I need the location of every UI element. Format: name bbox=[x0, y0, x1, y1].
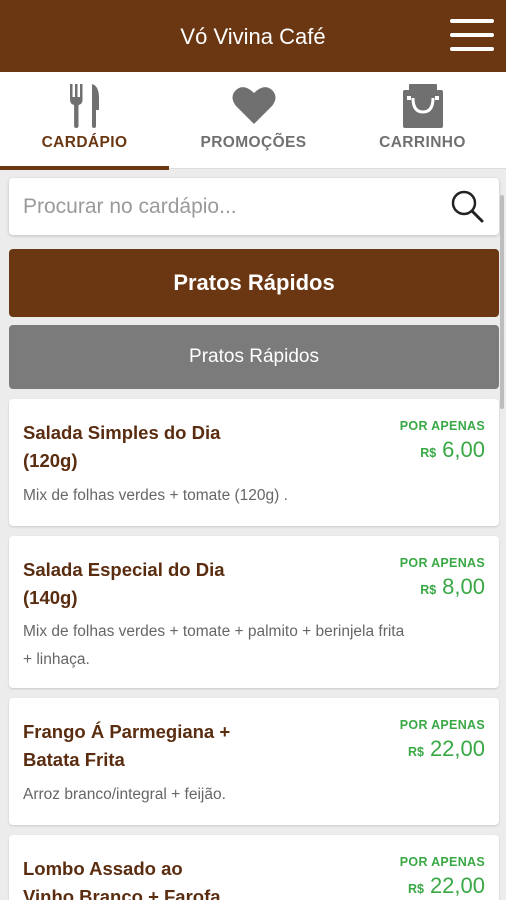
app-title: Vó Vivina Café bbox=[180, 24, 326, 49]
promo-label: POR APENAS bbox=[399, 855, 485, 869]
menu-item-card[interactable]: Salada Especial do Dia (140g) Mix de folh… bbox=[9, 536, 499, 688]
tab-promocoes[interactable]: PROMOÇÕES bbox=[169, 72, 338, 169]
scrollbar[interactable] bbox=[500, 195, 504, 409]
hamburger-icon[interactable] bbox=[450, 17, 494, 53]
menu-item-price: R$ 8,00 bbox=[420, 574, 485, 599]
tab-bar: CARDÁPIO PROMOÇÕES CARRINHO bbox=[0, 72, 506, 170]
menu-item-price: R$ 22,00 bbox=[407, 873, 485, 898]
menu-item-name: Salada Simples do Dia (120g) bbox=[23, 422, 221, 471]
heart-icon bbox=[169, 82, 338, 130]
fork-knife-icon bbox=[0, 82, 169, 130]
app-header: Vó Vivina Café bbox=[0, 0, 506, 72]
tab-label: CARDÁPIO bbox=[41, 134, 128, 151]
tab-cardapio[interactable]: CARDÁPIO bbox=[0, 72, 169, 170]
tab-label: PROMOÇÕES bbox=[200, 134, 307, 151]
shopping-bag-icon bbox=[338, 82, 506, 130]
category-header-button[interactable]: Pratos Rápidos bbox=[9, 249, 499, 317]
menu-item-price: R$ 6,00 bbox=[420, 437, 485, 462]
subcategory-header-button[interactable]: Pratos Rápidos bbox=[9, 325, 499, 389]
promo-label: POR APENAS bbox=[399, 419, 485, 433]
menu-item-description: Mix de folhas verdes + tomate (120g) . bbox=[23, 487, 288, 504]
promo-label: POR APENAS bbox=[399, 718, 485, 732]
menu-item-card[interactable]: Salada Simples do Dia (120g) Mix de folha… bbox=[9, 399, 499, 526]
active-tab-indicator bbox=[0, 166, 169, 170]
menu-item-card[interactable]: Frango Á Parmegiana + Batata Frita Arroz … bbox=[9, 698, 499, 825]
menu-item-name: Salada Especial do Dia (140g) bbox=[23, 559, 225, 608]
tab-label: CARRINHO bbox=[379, 134, 466, 151]
tab-carrinho[interactable]: CARRINHO bbox=[338, 72, 506, 169]
menu-item-name: Frango Á Parmegiana + Batata Frita bbox=[23, 721, 231, 770]
search-box bbox=[9, 178, 499, 235]
menu-item-description: Mix de folhas verdes + tomate + palmito … bbox=[23, 623, 405, 668]
menu-item-description: Arroz branco/integral + feijão. bbox=[23, 786, 226, 803]
search-input[interactable] bbox=[23, 188, 433, 226]
menu-item-name: Lombo Assado ao Vinho Branco + Farofa bbox=[23, 858, 221, 900]
search-icon[interactable] bbox=[449, 188, 485, 229]
menu-item-price: R$ 22,00 bbox=[407, 736, 485, 761]
menu-item-card[interactable]: Lombo Assado ao Vinho Branco + Farofa POR… bbox=[9, 835, 499, 900]
promo-label: POR APENAS bbox=[399, 556, 485, 570]
